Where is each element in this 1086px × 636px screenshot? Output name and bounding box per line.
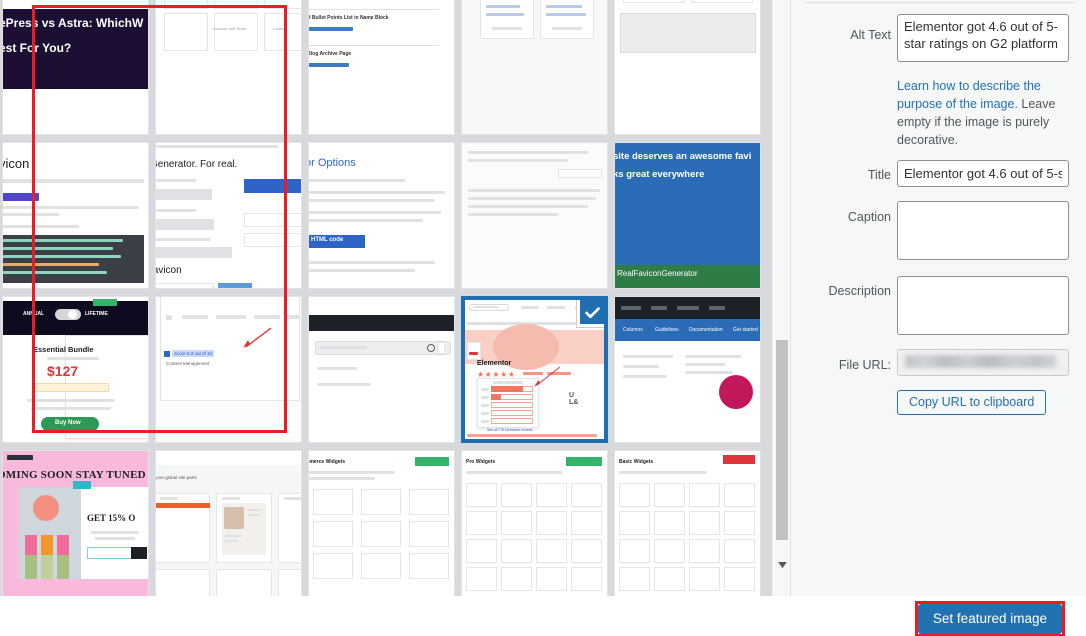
thumb-text: ANNUAL [23, 311, 45, 317]
media-item[interactable]: Generator. For real. favicon [155, 142, 302, 289]
thumb-text: ll your global site parts [156, 475, 197, 480]
media-item[interactable]: vicon [2, 142, 149, 289]
description-input[interactable] [897, 276, 1069, 335]
thumb-text: OMING SOON STAY TUNED CO [3, 469, 148, 481]
thumb-text: Basic Widgets [619, 459, 654, 465]
media-grid: ePress vs Astra: WhichW est For You? Acc… [2, 0, 768, 596]
media-item-selected[interactable]: Elementor ★★★★★ See all 776 Elementor re… [461, 296, 608, 443]
alt-text-label: Alt Text [850, 28, 891, 42]
thumb-text: HTML code [311, 237, 344, 243]
title-input[interactable] [897, 160, 1069, 187]
thumb-text: U L& [569, 392, 579, 406]
media-item[interactable] [461, 0, 608, 135]
thumb-text: ted Bullet Points List in Name Block [309, 15, 389, 21]
media-item[interactable]: ll your global site parts [155, 450, 302, 596]
media-item[interactable]: OMING SOON STAY TUNED CO GET 15% O [2, 450, 149, 596]
thumb-text: e Blog Archive Page [309, 51, 352, 57]
thumb-text: ePress vs Astra: WhichW [3, 16, 144, 30]
annotation-highlight-set-featured: Set featured image [914, 601, 1065, 636]
thumb-text: Guidelines [655, 327, 679, 333]
media-grid-scrollbar[interactable] [772, 0, 790, 596]
thumb-text: Generator. For real. [156, 159, 238, 170]
chevron-down-icon[interactable] [773, 556, 791, 574]
media-item[interactable]: ANNUAL LIFETIME Essential Bundle $127 Bu… [2, 296, 149, 443]
thumb-text: Elementor [477, 360, 512, 367]
copy-url-button[interactable]: Copy URL to clipboard [897, 390, 1047, 415]
media-item[interactable]: 766 ms 13 [614, 0, 761, 135]
alt-text-help: Learn how to describe the purpose of the… [897, 77, 1067, 149]
thumb-text: mmerce Widgets [309, 459, 345, 465]
red-arrow-icon [534, 366, 561, 387]
thumb-text: Documentation [689, 327, 723, 333]
media-grid-region: ePress vs Astra: WhichW est For You? Acc… [0, 0, 772, 596]
media-item[interactable]: mmerce Widgets [308, 450, 455, 596]
thumb-text: LIFETIME [85, 311, 108, 317]
caption-input[interactable] [897, 201, 1069, 260]
description-label: Description [828, 284, 891, 298]
thumb-text: ks great everywhere [615, 169, 705, 180]
media-item[interactable] [461, 142, 608, 289]
media-item[interactable]: Pro Widgets [461, 450, 608, 596]
alt-text-input[interactable] [897, 14, 1069, 62]
file-url-label: File URL: [838, 358, 891, 372]
red-arrow-icon [243, 327, 272, 348]
media-item[interactable]: or Options HTML code [308, 142, 455, 289]
scrollbar-thumb[interactable] [776, 340, 788, 540]
title-label: Title [867, 168, 891, 182]
modal-toolbar: Set featured image [0, 596, 1086, 636]
thumb-text: vicon [3, 156, 30, 171]
thumb-text: site deserves an awesome favi [615, 151, 752, 162]
media-item[interactable]: site deserves an awesome favi ks great e… [614, 142, 761, 289]
thumb-text: Essential Bundle [33, 345, 94, 354]
media-item[interactable]: Score 8.3 out of 10 Content Management [155, 296, 302, 443]
thumb-text: Custom [273, 26, 287, 31]
media-item[interactable] [308, 296, 455, 443]
file-url-input[interactable] [897, 349, 1069, 376]
media-item[interactable]: Account and Team Custom [155, 0, 302, 135]
caption-label: Caption [847, 210, 891, 224]
thumb-text: RealFaviconGenerator [617, 269, 698, 278]
thumb-text: Pro Widgets [466, 459, 496, 465]
thumb-text: Score 8.3 out of 10 [172, 350, 215, 357]
thumb-text: or Options [309, 157, 356, 169]
thumb-text: favicon [156, 265, 182, 276]
media-item[interactable]: ted Bullet Points List in Name Block e B… [308, 0, 455, 135]
selected-check-icon [577, 300, 604, 327]
thumb-text: Account and Team [213, 26, 247, 31]
thumb-text: See all 776 Elementor reviews [487, 428, 533, 432]
thumb-text: Columns [623, 327, 643, 333]
file-url-redacted-value [905, 355, 1057, 368]
thumb-text: Buy Now [55, 420, 81, 426]
thumb-text: Content Management [166, 361, 210, 366]
panel-top-divider [805, 2, 1075, 3]
thumb-text: est For You? [3, 41, 72, 55]
media-item[interactable]: ePress vs Astra: WhichW est For You? [2, 0, 149, 135]
media-item[interactable]: Basic Widgets [614, 450, 761, 596]
thumb-text: Get started [733, 327, 758, 333]
media-modal: ePress vs Astra: WhichW est For You? Acc… [0, 0, 1086, 636]
media-item[interactable]: Columns Guidelines Documentation Get sta… [614, 296, 761, 443]
thumb-text: $127 [47, 363, 79, 379]
set-featured-image-button[interactable]: Set featured image [917, 604, 1062, 634]
thumb-text: GET 15% O [87, 513, 136, 523]
